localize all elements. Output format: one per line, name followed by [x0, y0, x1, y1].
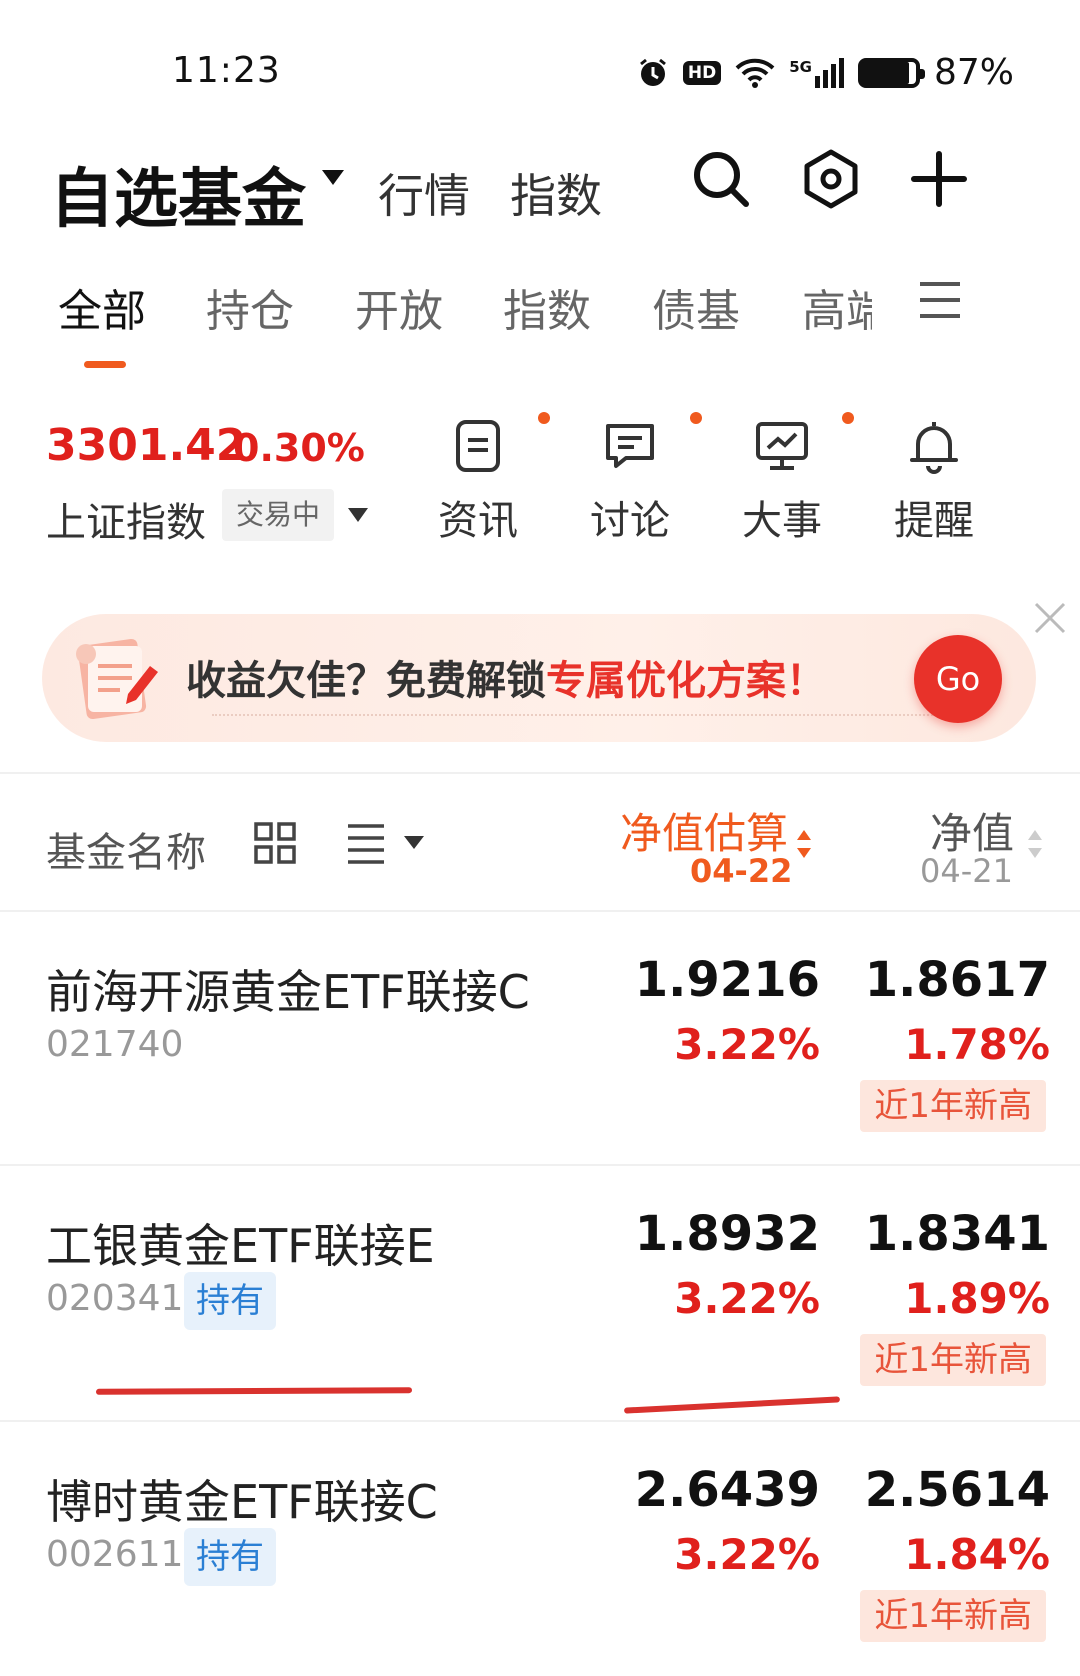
fund-nav-value: 1.8617: [864, 952, 1050, 1008]
category-tab-bond[interactable]: 债基: [652, 275, 740, 339]
report-illustration-icon: [76, 638, 158, 720]
notification-dot: [842, 412, 854, 424]
quick-link-label: 讨论: [590, 498, 670, 544]
add-icon[interactable]: [908, 148, 970, 210]
holding-badge: 持有: [184, 1272, 276, 1330]
hand-drawn-underline: [623, 1396, 841, 1414]
monitor-chart-icon: [756, 422, 808, 470]
quick-link-news[interactable]: 资讯: [428, 412, 550, 546]
wifi-icon: [735, 58, 775, 88]
notification-dot: [690, 412, 702, 424]
fund-row[interactable]: 前海开源黄金ETF联接C 021740 1.9216 3.22% 1.8617 …: [0, 912, 1080, 1164]
close-icon[interactable]: [1030, 598, 1070, 638]
quick-link-discussion[interactable]: 讨论: [580, 412, 702, 546]
fund-estimate-value: 2.6439: [634, 1462, 820, 1518]
quick-link-reminder[interactable]: 提醒: [884, 418, 984, 546]
active-tab-indicator: [84, 361, 126, 368]
quick-link-label: 大事: [742, 498, 822, 544]
signal-icon: 5G: [789, 57, 844, 88]
index-change[interactable]: 0.30%: [233, 426, 365, 470]
category-tab-open[interactable]: 开放: [355, 275, 443, 339]
settings-icon[interactable]: [800, 148, 862, 210]
index-status-badge: 交易中: [222, 489, 335, 541]
alarm-icon: [639, 58, 666, 86]
banner-text: 收益欠佳？免费解锁专属优化方案！: [186, 648, 826, 706]
fund-estimate-change: 3.22%: [674, 1530, 820, 1579]
fund-nav-change: 1.84%: [904, 1530, 1050, 1579]
chat-icon: [606, 424, 654, 468]
caret-down-icon[interactable]: [322, 170, 344, 185]
estimate-date: 04-22: [690, 852, 793, 890]
fund-row[interactable]: 博时黄金ETF联接C 002611 持有 2.6439 3.22% 2.5614…: [0, 1422, 1080, 1676]
banner-go-button[interactable]: Go: [914, 635, 1002, 723]
divider: [0, 772, 1080, 774]
fund-code: 021740: [46, 1024, 184, 1065]
index-name[interactable]: 上证指数: [46, 490, 206, 548]
new-high-tag: 近1年新高: [860, 1334, 1046, 1386]
banner-text-main: 收益欠佳？免费解锁: [186, 658, 546, 704]
category-tab-index[interactable]: 指数: [503, 275, 591, 339]
fund-nav-value: 1.8341: [864, 1206, 1050, 1262]
banner-text-highlight: 专属优化方案！: [546, 658, 826, 704]
fund-name: 博时黄金ETF联接C: [46, 1475, 438, 1529]
category-tab-holdings[interactable]: 持仓: [206, 275, 294, 339]
bell-icon: [910, 422, 958, 474]
fund-name: 前海开源黄金ETF联接C: [46, 965, 530, 1019]
search-icon[interactable]: [690, 148, 752, 210]
new-high-tag: 近1年新高: [860, 1590, 1046, 1642]
grid-view-icon[interactable]: [252, 820, 298, 866]
tab-index[interactable]: 指数: [510, 160, 602, 226]
index-dropdown-icon[interactable]: [348, 508, 368, 522]
fund-code: 002611: [46, 1534, 184, 1575]
fund-estimate-value: 1.9216: [634, 952, 820, 1008]
fund-code: 020341: [46, 1278, 184, 1319]
view-dropdown-icon[interactable]: [404, 836, 424, 849]
column-fund-name: 基金名称: [46, 830, 206, 876]
promo-banner[interactable]: 收益欠佳？免费解锁专属优化方案！ Go: [42, 614, 1036, 742]
fund-estimate-change: 3.22%: [674, 1020, 820, 1069]
notification-dot: [538, 412, 550, 424]
index-value[interactable]: 3301.42: [46, 420, 246, 471]
hd-icon: HD: [682, 60, 722, 85]
holding-badge: 持有: [184, 1528, 276, 1586]
sort-icon[interactable]: [795, 826, 813, 862]
status-icons: HD 5G 87%: [637, 52, 1014, 93]
new-high-tag: 近1年新高: [860, 1080, 1046, 1132]
nav-date: 04-21: [920, 852, 1013, 890]
quick-link-label: 提醒: [894, 498, 974, 544]
status-time: 11:23: [172, 50, 281, 91]
fund-nav-change: 1.78%: [904, 1020, 1050, 1069]
hand-drawn-underline: [95, 1387, 413, 1395]
banner-disclaimer: [212, 714, 952, 720]
fund-row[interactable]: 工银黄金ETF联接E 020341 持有 1.8932 3.22% 1.8341…: [0, 1166, 1080, 1420]
quick-link-events[interactable]: 大事: [732, 412, 854, 546]
fund-estimate-change: 3.22%: [674, 1274, 820, 1323]
fund-nav-value: 2.5614: [864, 1462, 1050, 1518]
sort-icon[interactable]: [1026, 826, 1044, 862]
tab-market[interactable]: 行情: [378, 160, 470, 226]
fund-estimate-value: 1.8932: [634, 1206, 820, 1262]
battery-percent: 87%: [933, 52, 1014, 93]
fund-name: 工银黄金ETF联接E: [46, 1219, 435, 1273]
list-view-icon[interactable]: [344, 820, 388, 866]
battery-icon: [857, 57, 925, 88]
category-tab-premium[interactable]: 高端: [802, 275, 872, 339]
page-title-dropdown[interactable]: 自选基金: [50, 148, 306, 240]
menu-icon[interactable]: [918, 280, 962, 320]
category-tab-all[interactable]: 全部: [58, 275, 146, 339]
fund-nav-change: 1.89%: [904, 1274, 1050, 1323]
news-icon: [456, 420, 500, 472]
quick-link-label: 资讯: [438, 498, 518, 544]
battery-level: [861, 61, 909, 84]
